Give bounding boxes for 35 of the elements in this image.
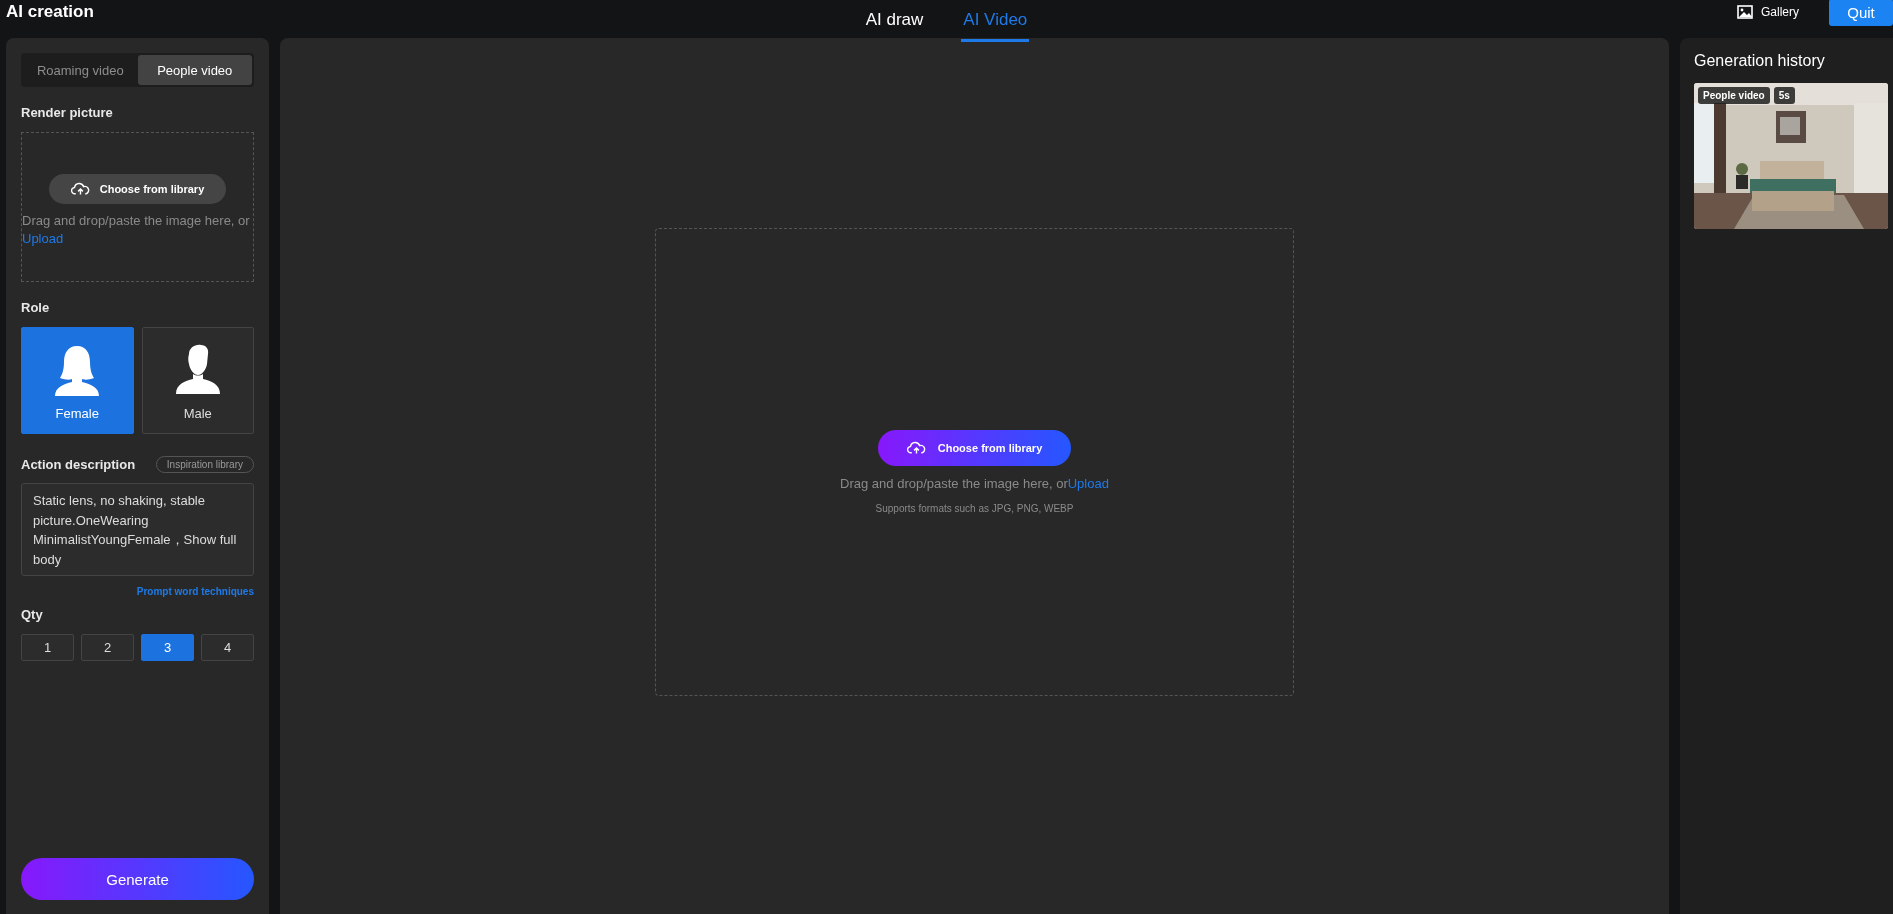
- role-option[interactable]: Male: [141, 327, 254, 434]
- upload-hint: Drag and drop/paste the image here, orUpload: [840, 476, 1109, 491]
- choose-library-button[interactable]: Choose from library: [877, 430, 1072, 466]
- history-item[interactable]: People video 5s: [1694, 83, 1888, 229]
- choose-library-button[interactable]: Choose from library: [48, 174, 227, 204]
- duration-tag: 5s: [1773, 87, 1795, 104]
- upload-cloud-icon: [70, 181, 90, 197]
- section-label: Role: [21, 300, 51, 315]
- mode-tab[interactable]: People video: [137, 55, 252, 85]
- upload-link[interactable]: Upload: [1067, 476, 1109, 491]
- generate-button[interactable]: Generate: [21, 858, 254, 900]
- nav-tab[interactable]: AI draw: [863, 0, 926, 42]
- mode-tab[interactable]: Roaming video: [23, 55, 138, 85]
- upload-dropzone[interactable]: Choose from library Drag and drop/paste the image here, or Upload: [21, 132, 254, 282]
- description-field[interactable]: Static lens, no shaking, stable picture.OneWearing MinimalistYoungFemale，Show full body: [21, 483, 254, 576]
- gallery-button[interactable]: Gallery: [1731, 4, 1805, 20]
- image-icon: [1737, 5, 1753, 19]
- quantity-option[interactable]: 1: [21, 634, 74, 661]
- prompt-tips-link[interactable]: Prompt word techniques: [136, 586, 254, 597]
- app-title: AI creation: [6, 2, 94, 22]
- upload-cloud-icon: [906, 440, 926, 456]
- section-label: Qty: [21, 607, 44, 622]
- history-title: Generation history: [1694, 52, 1826, 70]
- quantity-option[interactable]: 4: [201, 634, 254, 661]
- upload-hint: Drag and drop/paste the image here, or Upload: [22, 212, 251, 248]
- quantity-option[interactable]: 2: [81, 634, 134, 661]
- type-tag: People video: [1698, 87, 1770, 104]
- upload-link[interactable]: Upload: [22, 231, 64, 246]
- upload-dropzone[interactable]: Choose from library Drag and drop/paste the image here, orUpload Supports formats such as JPG, PNG, WEBP: [655, 228, 1294, 696]
- quit-button[interactable]: Quit: [1829, 0, 1893, 26]
- formats-note: Supports formats such as JPG, PNG, WEBP: [875, 503, 1074, 514]
- section-label: Render picture: [21, 105, 114, 120]
- section-label: Action description: [21, 457, 136, 472]
- role-option[interactable]: Female: [21, 327, 134, 434]
- quantity-option[interactable]: 3: [141, 634, 194, 661]
